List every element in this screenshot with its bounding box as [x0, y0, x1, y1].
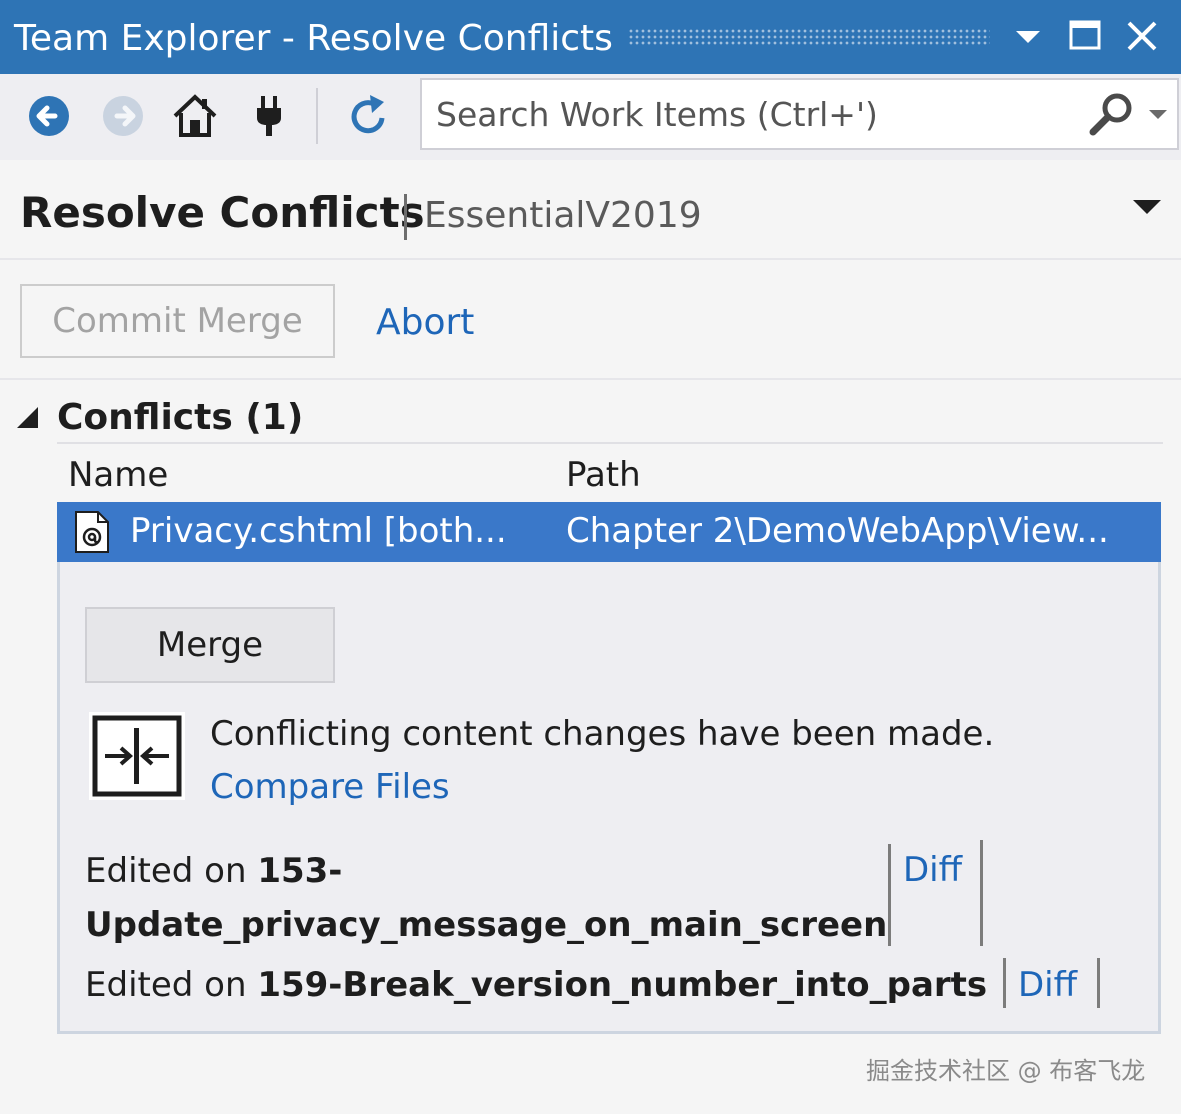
window-title: Team Explorer - Resolve Conflicts	[14, 18, 613, 59]
edit-prefix: Edited on	[85, 965, 247, 1005]
back-arrow-icon[interactable]	[25, 92, 73, 140]
conflict-file-name: Privacy.cshtml [both...	[130, 511, 507, 551]
actions-divider	[0, 378, 1181, 380]
diff-separator	[1097, 958, 1100, 1008]
refresh-icon[interactable]	[344, 92, 392, 140]
conflict-row[interactable]: Privacy.cshtml [both... Chapter 2\DemoWe…	[57, 502, 1161, 562]
commit-merge-button[interactable]: Commit Merge	[20, 284, 335, 358]
conflict-details-panel: Merge Conflicting content changes have b…	[57, 562, 1161, 1034]
diff-separator	[980, 840, 983, 946]
home-icon[interactable]	[171, 92, 219, 140]
header-divider	[0, 258, 1181, 260]
title-bar: Team Explorer - Resolve Conflicts	[0, 0, 1181, 74]
diff-link[interactable]: Diff	[903, 847, 962, 893]
search-box	[420, 78, 1179, 150]
maximize-icon[interactable]	[1065, 16, 1105, 56]
close-icon[interactable]	[1122, 16, 1162, 56]
conflict-message: Conflicting content changes have been ma…	[210, 714, 995, 754]
collapse-triangle-icon[interactable]	[14, 404, 40, 430]
search-icon[interactable]	[1086, 88, 1138, 140]
abort-link[interactable]: Abort	[376, 300, 474, 346]
chevron-down-icon[interactable]	[1144, 102, 1172, 126]
edit-prefix: Edited on	[85, 851, 247, 891]
title-bar-grip[interactable]	[628, 28, 990, 46]
razor-file-icon	[74, 510, 110, 554]
diff-separator	[1003, 958, 1006, 1008]
page-menu-dropdown-icon[interactable]	[1128, 194, 1166, 222]
search-input[interactable]	[436, 90, 1056, 138]
chevron-down-icon[interactable]	[1008, 16, 1048, 56]
plug-icon[interactable]	[245, 92, 293, 140]
compare-files-link[interactable]: Compare Files	[210, 764, 450, 810]
conflicts-section-title[interactable]: Conflicts (1)	[57, 395, 303, 441]
watermark: 掘金技术社区 @ 布客飞龙	[866, 1057, 1146, 1085]
diff-link[interactable]: Diff	[1018, 962, 1077, 1008]
conflict-file-path: Chapter 2\DemoWebApp\View...	[566, 511, 1109, 551]
repository-name: EssentialV2019	[424, 195, 702, 236]
merge-conflict-icon	[87, 710, 187, 802]
header-separator	[404, 194, 407, 240]
page-title: Resolve Conflicts	[20, 188, 425, 237]
merge-button[interactable]: Merge	[85, 607, 335, 683]
edit-entry: Edited on 159-Break_version_number_into_…	[85, 958, 987, 1012]
edit-entry: Edited on 153-Update_privacy_message_on_…	[85, 844, 887, 952]
section-divider	[57, 442, 1163, 444]
toolbar-separator	[316, 88, 318, 144]
column-header-path[interactable]: Path	[566, 453, 641, 497]
diff-separator	[888, 844, 891, 946]
edit-branch: 159-Break_version_number_into_parts	[257, 965, 988, 1005]
forward-arrow-icon[interactable]	[99, 92, 147, 140]
column-header-name[interactable]: Name	[68, 453, 168, 497]
